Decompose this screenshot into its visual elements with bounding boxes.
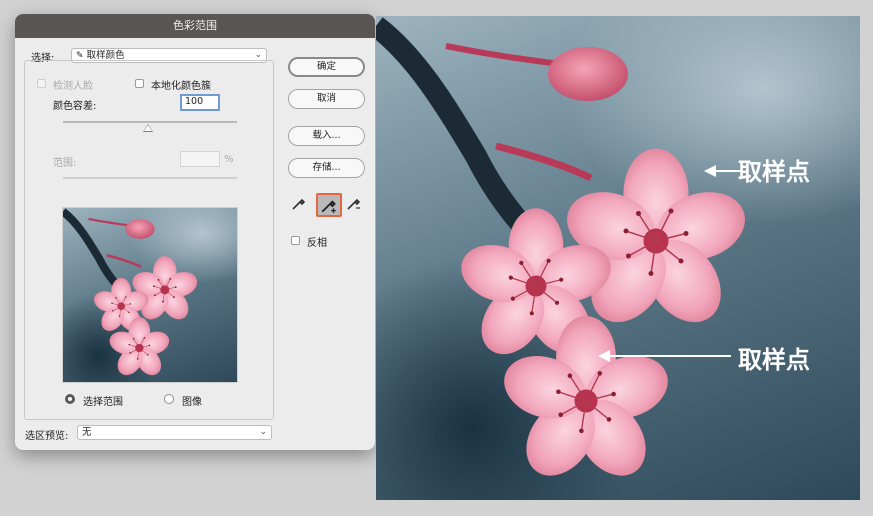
ok-button[interactable]: 确定	[288, 57, 365, 77]
load-button[interactable]: 载入...	[288, 126, 365, 146]
invert-label: 反相	[307, 238, 327, 249]
selection-preview-thumbnail[interactable]	[62, 207, 238, 383]
cancel-button[interactable]: 取消	[288, 89, 365, 109]
save-button[interactable]: 存储...	[288, 158, 365, 178]
invert-checkbox[interactable]	[291, 236, 300, 245]
range-slider-track[interactable]	[63, 177, 237, 179]
range-input[interactable]	[180, 151, 220, 167]
eyedropper-subtract-tool[interactable]	[344, 195, 364, 215]
dialog-title: 色彩范围	[15, 14, 375, 38]
view-image-radio[interactable]	[164, 394, 174, 404]
sample-point-label-1: 取样点	[738, 158, 810, 186]
eyedropper-minus-icon	[347, 198, 361, 210]
eyedropper-tool[interactable]	[289, 195, 309, 215]
color-range-dialog: 色彩范围 选择: ✎ 取样颜色 ⌄ 检测人脸 本地化颜色簇 颜色容差: 100 …	[15, 14, 375, 450]
chevron-down-icon: ⌄	[259, 427, 267, 437]
eyedropper-add-tool[interactable]	[316, 193, 342, 217]
fuzziness-input[interactable]: 100	[180, 94, 220, 111]
eyedropper-plus-icon	[321, 200, 336, 213]
view-selection-radio[interactable]	[65, 394, 75, 404]
fuzziness-slider-thumb[interactable]	[143, 124, 154, 132]
sample-point-label-2: 取样点	[738, 346, 810, 374]
main-image[interactable]: 取样点 取样点	[376, 16, 860, 500]
localized-clusters-label: 本地化颜色簇	[151, 81, 211, 92]
eyedropper-icon	[292, 198, 306, 210]
detect-faces-label: 检测人脸	[53, 81, 93, 92]
blossom-image	[376, 16, 860, 500]
blossom-thumbnail-image	[63, 208, 238, 383]
fuzziness-slider-track[interactable]	[63, 121, 237, 123]
selection-preview-value: 无	[82, 427, 92, 438]
view-selection-label: 选择范围	[83, 397, 123, 408]
view-image-label: 图像	[182, 397, 202, 408]
range-label: 范围:	[53, 158, 77, 169]
detect-faces-checkbox[interactable]	[37, 79, 46, 88]
localized-clusters-checkbox[interactable]	[135, 79, 144, 88]
range-unit: %	[224, 154, 234, 165]
selection-preview-label: 选区预览:	[25, 431, 69, 442]
selection-preview-dropdown[interactable]: 无 ⌄	[77, 425, 272, 440]
fuzziness-label: 颜色容差:	[53, 101, 97, 112]
